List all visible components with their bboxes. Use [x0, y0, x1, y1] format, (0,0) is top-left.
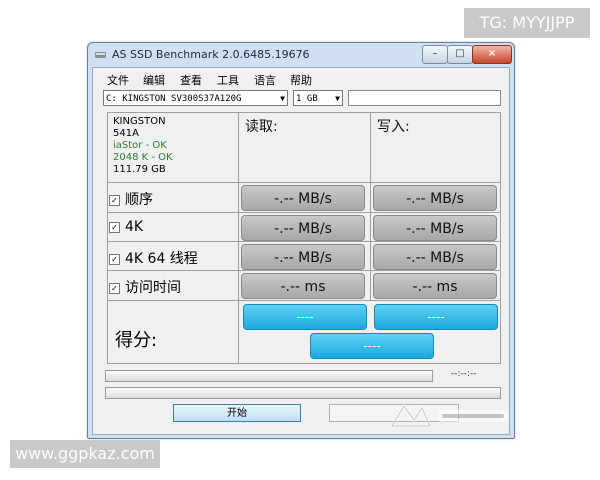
size-select-value: 1 GB — [296, 94, 318, 104]
result-4k-write: -.-- MB/s — [373, 215, 497, 241]
title-bar: AS SSD Benchmark 2.0.6485.19676 – □ × — [88, 43, 514, 67]
grid-divider — [107, 182, 501, 183]
chevron-down-icon: ▼ — [335, 94, 340, 103]
test-4k[interactable]: ✓ 4K — [109, 219, 143, 235]
window-title: AS SSD Benchmark 2.0.6485.19676 — [112, 48, 310, 61]
grid-divider — [107, 300, 501, 301]
watermark-top: TG: MYYJJPP — [464, 8, 590, 38]
drive-firmware: 541A — [113, 128, 139, 139]
close-icon[interactable]: × — [472, 45, 512, 64]
result-4k-read: -.-- MB/s — [241, 215, 365, 241]
score-total: ---- — [310, 333, 434, 359]
checkbox-checked-icon[interactable]: ✓ — [109, 195, 120, 206]
watermark-logo-icon — [389, 403, 508, 428]
watermark-bottom: www.ggpkaz.com — [10, 440, 160, 468]
menu-tools[interactable]: 工具 — [217, 72, 239, 88]
result-seq-write: -.-- MB/s — [373, 185, 497, 211]
menu-bar: 文件 编辑 查看 工具 语言 帮助 — [93, 68, 509, 88]
checkbox-checked-icon[interactable]: ✓ — [109, 254, 120, 265]
size-select[interactable]: 1 GB ▼ — [293, 90, 343, 106]
grid-divider — [107, 212, 501, 213]
result-seq-read: -.-- MB/s — [241, 185, 365, 211]
alignment-status: 2048 K - OK — [113, 152, 173, 163]
start-button[interactable]: 开始 — [173, 404, 301, 422]
result-acc-read: -.-- ms — [241, 273, 365, 299]
driver-status: iaStor - OK — [113, 140, 167, 151]
test-sequential[interactable]: ✓ 顺序 — [109, 189, 153, 209]
app-disk-icon — [95, 52, 106, 58]
write-column-header: 写入: — [377, 119, 410, 135]
result-4k64-read: -.-- MB/s — [241, 244, 365, 270]
elapsed-time: --:--:-- — [451, 369, 477, 379]
maximize-icon[interactable]: □ — [447, 45, 473, 64]
menu-file[interactable]: 文件 — [107, 72, 129, 88]
grid-divider — [370, 112, 371, 300]
test-access-time[interactable]: ✓ 访问时间 — [109, 277, 181, 297]
checkbox-checked-icon[interactable]: ✓ — [109, 222, 120, 233]
minimize-icon[interactable]: – — [422, 45, 448, 64]
menu-language[interactable]: 语言 — [254, 72, 276, 88]
test-progress-bar — [105, 370, 433, 382]
drive-capacity: 111.79 GB — [113, 164, 166, 175]
score-write: ---- — [374, 304, 498, 330]
test-4k-64[interactable]: ✓ 4K 64 线程 — [109, 248, 198, 268]
client-area: 文件 编辑 查看 工具 语言 帮助 C: KINGSTON SV300S37A1… — [92, 67, 510, 435]
menu-view[interactable]: 查看 — [180, 72, 202, 88]
score-read: ---- — [243, 304, 367, 330]
menu-help[interactable]: 帮助 — [290, 72, 312, 88]
drive-select[interactable]: C: KINGSTON SV300S37A120G ▼ — [103, 90, 288, 106]
drive-info: KINGSTON 541A iaStor - OK 2048 K - OK 11… — [113, 116, 173, 176]
result-acc-write: -.-- ms — [373, 273, 497, 299]
drive-select-value: C: KINGSTON SV300S37A120G — [106, 94, 242, 104]
chevron-down-icon: ▼ — [280, 94, 285, 103]
grid-divider — [238, 112, 239, 364]
score-label: 得分: — [115, 330, 158, 351]
menu-edit[interactable]: 编辑 — [143, 72, 165, 88]
checkbox-checked-icon[interactable]: ✓ — [109, 283, 120, 294]
read-column-header: 读取: — [245, 119, 278, 135]
result-4k64-write: -.-- MB/s — [373, 244, 497, 270]
extra-input[interactable] — [348, 90, 501, 106]
app-window: AS SSD Benchmark 2.0.6485.19676 – □ × 文件… — [87, 42, 515, 439]
drive-model: KINGSTON — [113, 116, 166, 127]
